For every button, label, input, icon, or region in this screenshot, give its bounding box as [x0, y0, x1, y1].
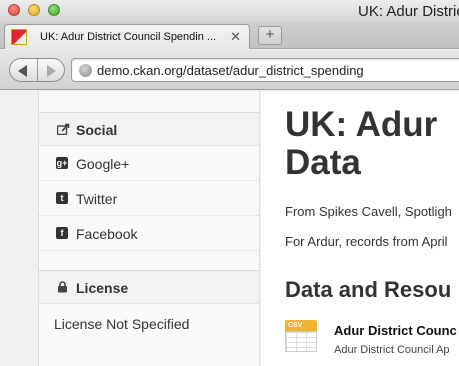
sidebar-item-twitter[interactable]: t Twitter — [39, 181, 259, 216]
lock-icon — [58, 281, 67, 293]
zoom-window-button[interactable] — [48, 4, 60, 16]
resources-heading: Data and Resou — [285, 277, 452, 302]
close-window-button[interactable] — [8, 4, 20, 16]
minimize-window-button[interactable] — [28, 4, 40, 16]
nav-divider — [37, 59, 38, 81]
navigation-buttons — [9, 58, 65, 82]
window-title: UK: Adur Distric — [358, 3, 459, 20]
address-bar[interactable]: demo.ckan.org/dataset/adur_district_spen… — [71, 58, 459, 82]
sidebar-item-googleplus[interactable]: g+ Google+ — [39, 146, 259, 181]
tab-title: UK: Adur District Council Spendin ... — [40, 31, 217, 43]
globe-icon — [79, 64, 92, 77]
csv-format-label: CSV — [285, 320, 317, 331]
page-title: UK: Adur Data — [285, 106, 437, 182]
browser-tab[interactable]: UK: Adur District Council Spendin ... ✕ — [4, 24, 250, 49]
social-section-header: Social — [39, 112, 259, 146]
window-titlebar: UK: Adur Distric — [0, 0, 459, 22]
twitter-icon: t — [56, 192, 68, 204]
page-content: Social g+ Google+ t Twitter f Facebook L… — [0, 91, 459, 366]
social-heading: Social — [76, 122, 118, 138]
tab-bar: UK: Adur District Council Spendin ... ✕ … — [0, 22, 459, 49]
sidebar-item-label[interactable]: Twitter — [76, 191, 117, 207]
facebook-icon: f — [56, 227, 68, 239]
sidebar-item-label[interactable]: Google+ — [76, 156, 129, 172]
url-text[interactable]: demo.ckan.org/dataset/adur_district_spen… — [97, 63, 364, 78]
page-title-line-1: UK: Adur — [285, 105, 438, 144]
dataset-source-text: From Spikes Cavell, Spotligh — [285, 204, 452, 219]
license-heading: License — [76, 280, 129, 296]
sidebar-item-label[interactable]: Facebook — [76, 226, 137, 242]
csv-grid — [285, 331, 317, 352]
browser-toolbar: demo.ckan.org/dataset/adur_district_spen… — [0, 50, 459, 90]
dataset-description-text: For Ardur, records from April — [285, 234, 448, 249]
sidebar-item-facebook[interactable]: f Facebook — [39, 216, 259, 251]
forward-arrow-icon[interactable] — [47, 65, 56, 77]
main-content: UK: Adur Data From Spikes Cavell, Spotli… — [261, 91, 459, 366]
resource-description: Adur District Council Ap — [334, 344, 450, 356]
resource-title-link[interactable]: Adur District Counc — [334, 323, 457, 338]
back-arrow-icon[interactable] — [18, 65, 27, 77]
page-title-line-2: Data — [285, 143, 361, 182]
share-icon — [57, 123, 70, 135]
google-plus-icon: g+ — [56, 157, 68, 169]
license-section-header: License — [39, 270, 259, 304]
license-text: License Not Specified — [54, 316, 190, 332]
csv-file-icon: CSV — [285, 320, 317, 352]
site-favicon-icon — [11, 29, 27, 45]
close-tab-icon[interactable]: ✕ — [230, 29, 241, 45]
sidebar: Social g+ Google+ t Twitter f Facebook L… — [38, 91, 260, 366]
new-tab-button[interactable]: + — [258, 26, 282, 45]
